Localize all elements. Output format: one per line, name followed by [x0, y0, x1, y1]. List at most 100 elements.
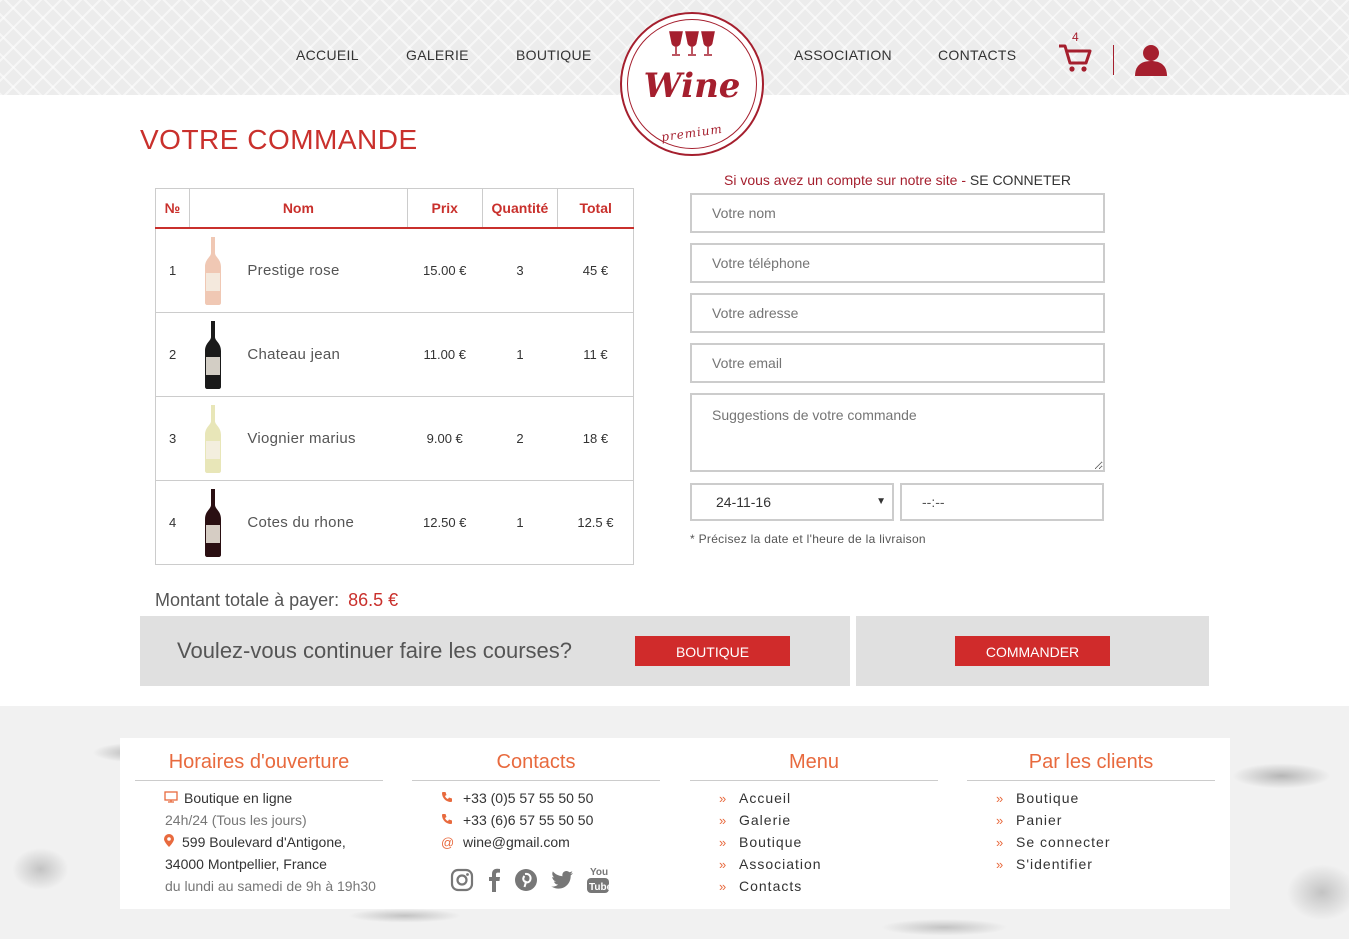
nav-boutique[interactable]: BOUTIQUE — [516, 47, 592, 63]
header-divider — [1113, 45, 1114, 75]
pinterest-icon[interactable] — [514, 868, 538, 892]
order-total: Montant totale à payer: 86.5 € — [155, 590, 398, 611]
footer-clients-item[interactable]: » Se connecter — [996, 834, 1111, 850]
footer-address-line: 599 Boulevard d'Antigone, — [164, 834, 346, 850]
phone-input[interactable] — [690, 243, 1105, 283]
footer-menu-item[interactable]: » Boutique — [719, 834, 802, 850]
row-num: 4 — [155, 480, 190, 565]
product-name[interactable]: Cotes du rhone — [247, 514, 354, 531]
footer-address1: 599 Boulevard d'Antigone, — [182, 834, 346, 850]
commander-button[interactable]: COMMANDER — [955, 636, 1110, 666]
row-name: Chateau jean — [189, 312, 408, 397]
footer-menu-item[interactable]: » Contacts — [719, 878, 802, 894]
column-header-quantite: Quantité — [481, 188, 558, 229]
row-name: Cotes du rhone — [189, 480, 408, 565]
nav-galerie[interactable]: GALERIE — [406, 47, 469, 63]
boutique-button[interactable]: BOUTIQUE — [635, 636, 790, 666]
footer-email-line: @ wine@gmail.com — [441, 834, 570, 850]
row-total: 11 € — [557, 312, 634, 397]
suggestions-textarea[interactable] — [690, 393, 1105, 472]
chevron-down-icon: ▼ — [876, 496, 886, 507]
footer-clients-item-label: Se connecter — [1016, 834, 1111, 850]
footer-clients-item[interactable]: » S'identifier — [996, 856, 1093, 872]
row-qty: 2 — [482, 396, 558, 481]
facebook-icon[interactable] — [482, 868, 506, 892]
row-qty: 1 — [482, 312, 558, 397]
row-qty: 1 — [482, 480, 558, 565]
address-input[interactable] — [690, 293, 1105, 333]
footer-online-line: Boutique en ligne — [164, 790, 292, 806]
footer-menu-item[interactable]: » Accueil — [719, 790, 791, 806]
footer-menu-item[interactable]: » Galerie — [719, 812, 791, 828]
row-total: 12.5 € — [557, 480, 634, 565]
delivery-note: * Précisez la date et l'heure de la livr… — [690, 532, 926, 546]
continue-shopping-panel: Voulez-vous continuer faire les courses?… — [140, 616, 850, 686]
footer-clients-item[interactable]: » Panier — [996, 812, 1062, 828]
chevron-right-icon: » — [719, 879, 728, 894]
wine-glasses-icon — [669, 31, 715, 56]
row-price: 12.50 € — [407, 480, 483, 565]
nav-association[interactable]: ASSOCIATION — [794, 47, 892, 63]
wine-bottle-image — [205, 320, 222, 389]
wine-premium-logo[interactable]: Wine premium — [620, 12, 764, 156]
login-note-text: Si vous avez un compte sur notre site - — [723, 172, 970, 188]
product-name[interactable]: Prestige rose — [247, 262, 339, 279]
table-row: 4 Cotes du rhone 12.50 €1 12.5 € — [155, 480, 634, 565]
delivery-date-select[interactable]: 24-11-16 ▼ — [690, 483, 894, 521]
chevron-right-icon: » — [996, 813, 1005, 828]
table-row: 2 Chateau jean 11.00 €1 11 € — [155, 312, 634, 397]
row-name: Viognier marius — [189, 396, 408, 481]
footer-clients-column: Par les clients — [967, 748, 1215, 781]
footer-menu-item[interactable]: » Association — [719, 856, 822, 872]
footer-clients-title: Par les clients — [967, 748, 1215, 781]
footer-menu-title: Menu — [690, 748, 938, 781]
user-account-icon[interactable] — [1134, 44, 1168, 81]
footer-menu-item-label: Galerie — [739, 812, 792, 828]
svg-text:You: You — [590, 867, 608, 878]
phone-icon — [441, 791, 463, 806]
instagram-icon[interactable] — [450, 868, 474, 892]
delivery-time-input[interactable]: --:-- — [900, 483, 1104, 521]
product-name[interactable]: Viognier marius — [247, 430, 355, 447]
logo-wordmark: Wine — [643, 66, 741, 106]
youtube-icon[interactable]: You Tube — [586, 865, 610, 895]
footer-menu-item-label: Accueil — [739, 790, 792, 806]
product-name[interactable]: Chateau jean — [247, 346, 340, 363]
wine-bottle-image — [205, 236, 222, 305]
footer-email[interactable]: wine@gmail.com — [463, 834, 570, 850]
table-row: 1 Prestige rose 15.00 €3 45 € — [155, 227, 634, 313]
twitter-icon[interactable] — [550, 868, 574, 892]
chevron-right-icon: » — [719, 857, 728, 872]
footer-box: Horaires d'ouverture Boutique en ligne 2… — [120, 738, 1230, 909]
row-num: 2 — [155, 312, 190, 397]
footer-phone2[interactable]: +33 (6)6 57 55 50 50 — [463, 812, 593, 828]
row-total: 18 € — [557, 396, 634, 481]
delivery-time-value: --:-- — [922, 494, 945, 510]
footer-menu-column: Menu — [690, 748, 938, 781]
cart-count-badge: 4 — [1072, 30, 1079, 44]
name-input[interactable] — [690, 193, 1105, 233]
nav-accueil[interactable]: ACCUEIL — [296, 47, 359, 63]
page-title: VOTRE COMMANDE — [140, 124, 418, 155]
row-price: 11.00 € — [407, 312, 483, 397]
table-row: 3 Viognier marius 9.00 €2 18 € — [155, 396, 634, 481]
column-header-num: № — [155, 188, 190, 229]
cart-icon[interactable] — [1058, 43, 1092, 78]
footer-hours-column: Horaires d'ouverture — [135, 748, 383, 781]
footer-phone1[interactable]: +33 (0)5 57 55 50 50 — [463, 790, 593, 806]
login-note: Si vous avez un compte sur notre site - … — [690, 172, 1105, 188]
email-input[interactable] — [690, 343, 1105, 383]
footer-clients-item[interactable]: » Boutique — [996, 790, 1079, 806]
footer-schedule: du lundi au samedi de 9h à 19h30 — [165, 878, 376, 894]
monitor-icon — [164, 791, 184, 806]
order-table: № Nom Prix Quantité Total 1 Prestige rose… — [155, 188, 634, 565]
column-header-nom: Nom — [188, 188, 408, 229]
login-link[interactable]: SE CONNETER — [970, 172, 1071, 188]
footer-clients-item-label: Panier — [1016, 812, 1063, 828]
footer-online-text: Boutique en ligne — [184, 790, 293, 806]
chevron-right-icon: » — [719, 791, 728, 806]
nav-contacts[interactable]: CONTACTS — [938, 47, 1016, 63]
footer-hours-title: Horaires d'ouverture — [135, 748, 383, 781]
footer-menu-item-label: Contacts — [739, 878, 803, 894]
checkout-panel: COMMANDER — [856, 616, 1209, 686]
